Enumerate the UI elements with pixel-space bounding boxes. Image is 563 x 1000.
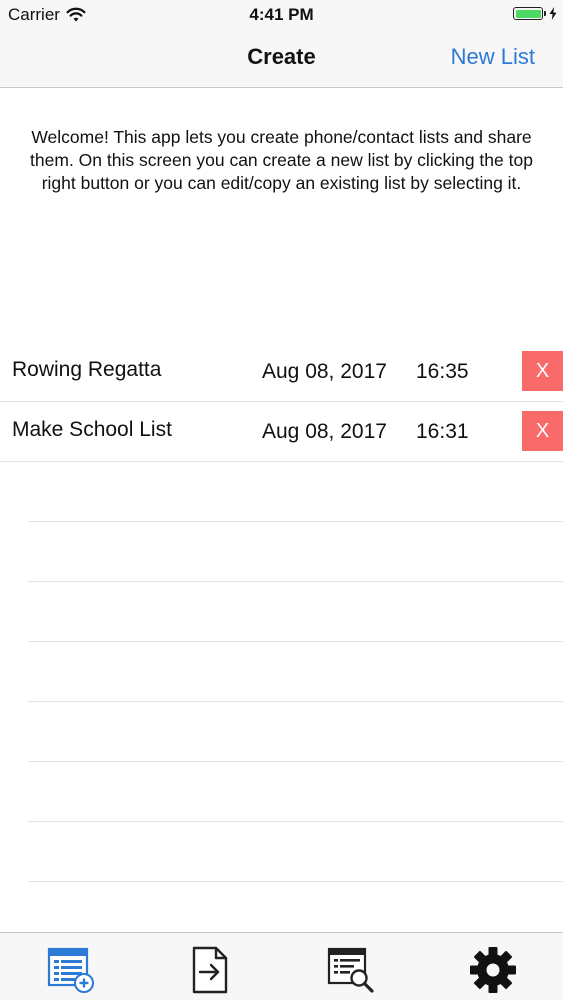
list-name: Make School List — [12, 418, 172, 441]
navigation-bar: Create New List — [0, 30, 563, 86]
tab-settings[interactable] — [468, 945, 518, 995]
empty-row — [28, 462, 563, 522]
welcome-message: Welcome! This app lets you create phone/… — [30, 127, 533, 193]
tab-search[interactable] — [326, 945, 376, 995]
empty-row — [28, 822, 563, 882]
empty-row — [28, 762, 563, 822]
delete-list-button[interactable]: X — [522, 411, 563, 451]
list-time: 16:31 — [416, 420, 469, 443]
list-row[interactable]: Make School List Aug 08, 2017 16:31 X — [0, 402, 563, 462]
empty-row — [28, 582, 563, 642]
empty-row — [28, 702, 563, 762]
list-row[interactable]: Rowing Regatta Aug 08, 2017 16:35 X — [0, 342, 563, 402]
share-export-icon — [192, 946, 228, 994]
empty-row — [28, 642, 563, 702]
search-list-icon — [327, 947, 374, 993]
status-bar: Carrier 4:41 PM — [0, 0, 563, 30]
list-time: 16:35 — [416, 360, 469, 383]
create-list-icon — [47, 947, 94, 993]
battery-indicator — [513, 7, 557, 20]
tab-share[interactable] — [186, 945, 236, 995]
status-time: 4:41 PM — [249, 5, 314, 24]
battery-icon — [513, 7, 543, 20]
create-screen: Carrier 4:41 PM Create New List Welcome!… — [0, 0, 563, 1000]
battery-level — [515, 9, 541, 18]
lists-table: Rowing Regatta Aug 08, 2017 16:35 X Make… — [0, 342, 563, 882]
settings-gear-icon — [470, 947, 516, 993]
empty-row — [28, 522, 563, 582]
list-name: Rowing Regatta — [12, 358, 162, 381]
tab-create[interactable] — [46, 945, 96, 995]
battery-nub — [544, 11, 546, 16]
charging-bolt-icon — [549, 7, 557, 20]
new-list-button[interactable]: New List — [451, 44, 535, 70]
delete-list-button[interactable]: X — [522, 351, 563, 391]
list-date: Aug 08, 2017 — [262, 360, 387, 383]
list-date: Aug 08, 2017 — [262, 420, 387, 443]
tab-bar — [0, 932, 563, 1000]
